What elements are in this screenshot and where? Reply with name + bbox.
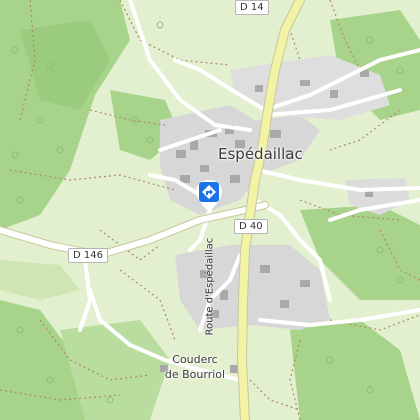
forest-southeast [290, 320, 420, 420]
road-shield-d146: D 146 [68, 248, 108, 263]
map-canvas[interactable]: D 14 D 40 D 146 Espédaillac Couderc de B… [0, 0, 420, 420]
hamlet-label-line1: Couderc [172, 353, 218, 366]
hamlet-label-line2: de Bourriol [164, 368, 226, 381]
scrub-west [0, 260, 80, 300]
road-name-label: Route d'Espédaillac [204, 237, 216, 336]
road-shield-d14: D 14 [235, 0, 269, 15]
diamond-direction-icon [196, 180, 222, 212]
village-label: Espédaillac [218, 145, 303, 163]
hamlet-label: Couderc de Bourriol [150, 352, 240, 382]
poi-marker[interactable] [196, 180, 222, 212]
road-shield-d40: D 40 [234, 219, 268, 234]
